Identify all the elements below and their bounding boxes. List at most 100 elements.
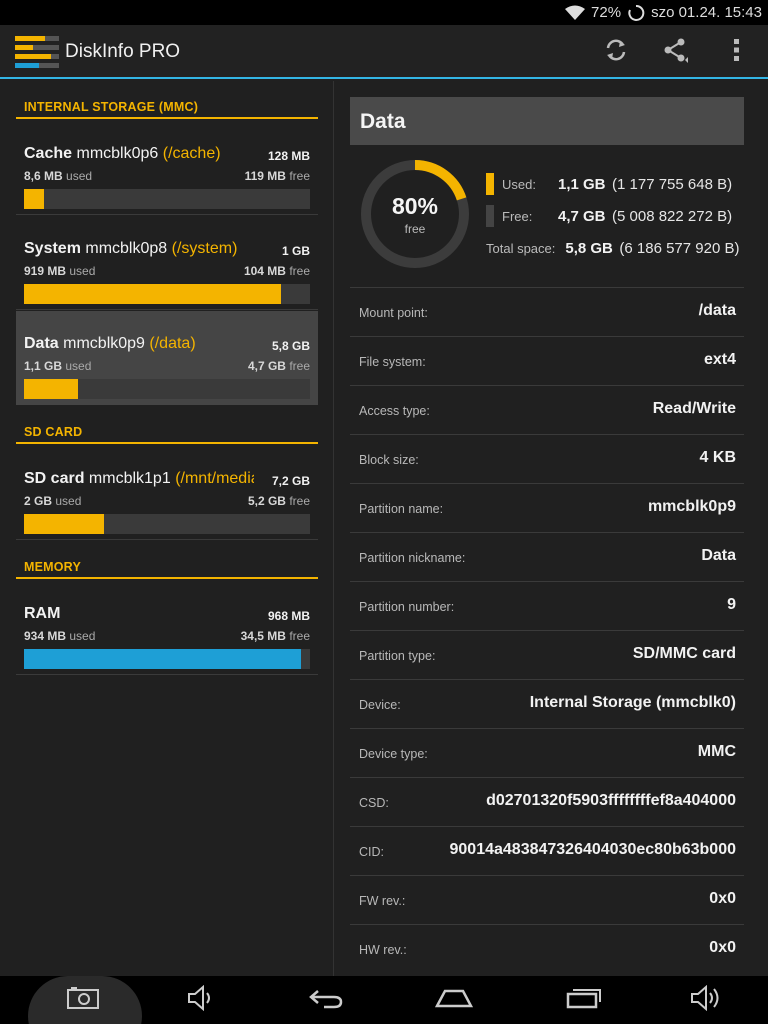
- detail-title: Data: [350, 97, 744, 145]
- property-row: Mount point: /data: [350, 287, 744, 336]
- recent-apps-icon: [566, 987, 602, 1014]
- property-row: Device: Internal Storage (mmcblk0): [350, 679, 744, 728]
- battery-percent: 72%: [591, 4, 622, 21]
- property-key: Partition nickname:: [359, 551, 466, 565]
- legend-used-bytes: (1 177 755 648 B): [612, 175, 733, 193]
- partition-total: 1 GB: [281, 244, 310, 258]
- partition-used-word: used: [65, 359, 92, 373]
- partition-free-word: free: [289, 169, 310, 183]
- legend-free-bytes: (5 008 822 272 B): [612, 207, 733, 225]
- navigation-bar: [0, 976, 768, 1024]
- home-icon: [434, 987, 474, 1014]
- partition-free-value: 34,5 MB: [240, 629, 286, 643]
- partition-free-value: 104 MB: [243, 264, 286, 278]
- partition-item-sdcard[interactable]: SD card mmcblk1p1 (/mnt/media_… 7,2 GB 2…: [16, 446, 318, 540]
- partition-detail-panel: Data 80% free Used: 1,1 GB (1 177 755 64…: [350, 97, 744, 976]
- refresh-button[interactable]: [601, 37, 631, 67]
- donut-free-percent: 80%: [391, 193, 439, 219]
- partition-label: System: [24, 240, 81, 257]
- property-row: Partition nickname: Data: [350, 532, 744, 581]
- partition-mount: (/data): [149, 335, 196, 352]
- app-logo-icon[interactable]: [15, 36, 59, 68]
- legend-free-value: 4,7 GB: [558, 207, 606, 225]
- partition-list-panel: INTERNAL STORAGE (MMC) Cache mmcblk0p6 (…: [0, 81, 334, 976]
- partition-used-word: used: [66, 169, 93, 183]
- sync-spinner-icon: [627, 4, 645, 22]
- property-value: d02701320f5903ffffffffef8a404000: [486, 792, 736, 809]
- partition-label: Cache: [24, 145, 73, 162]
- partition-free-value: 4,7 GB: [247, 359, 286, 373]
- property-key: FW rev.:: [359, 894, 406, 908]
- back-button[interactable]: [306, 984, 346, 1016]
- property-row: Access type: Read/Write: [350, 385, 744, 434]
- share-button[interactable]: [660, 37, 690, 67]
- volume-down-icon: [186, 984, 216, 1016]
- app-title: DiskInfo PRO: [65, 41, 181, 62]
- partition-device: mmcblk0p6: [76, 145, 159, 162]
- partition-device: mmcblk1p1: [88, 470, 171, 487]
- legend-free-row: Free: 4,7 GB (5 008 822 272 B): [486, 204, 732, 228]
- home-button[interactable]: [434, 984, 474, 1016]
- usage-bar: [24, 379, 310, 399]
- volume-down-button[interactable]: [184, 984, 218, 1016]
- property-value: 0x0: [709, 890, 736, 907]
- property-row: HW rev.: 0x0: [350, 924, 744, 973]
- partition-free-value: 119 MB: [244, 169, 286, 183]
- property-key: Block size:: [359, 453, 419, 467]
- partition-item-data[interactable]: Data mmcblk0p9 (/data) 5,8 GB 1,1 GB use…: [16, 311, 318, 405]
- partition-item-ram[interactable]: RAM 968 MB 934 MB used 34,5 MB free: [16, 581, 318, 675]
- partition-free-word: free: [289, 359, 310, 373]
- partition-label: Data: [24, 335, 59, 352]
- partition-device: mmcblk0p8: [85, 240, 168, 257]
- property-key: CID:: [359, 845, 384, 859]
- property-row: Partition type: SD/MMC card: [350, 630, 744, 679]
- property-key: Device:: [359, 698, 401, 712]
- property-row: CID: 90014a483847326404030ec80b63b000: [350, 826, 744, 875]
- donut-free-label: free: [404, 222, 426, 236]
- wifi-icon: [565, 5, 586, 21]
- property-row: Device type: MMC: [350, 728, 744, 777]
- partition-item-system[interactable]: System mmcblk0p8 (/system) 1 GB 919 MB u…: [16, 216, 318, 310]
- property-value: Data: [701, 547, 736, 564]
- property-key: Partition number:: [359, 600, 455, 614]
- refresh-icon: [603, 37, 629, 68]
- free-swatch: [486, 205, 494, 227]
- used-swatch: [486, 173, 494, 195]
- partition-label: SD card: [24, 470, 85, 487]
- property-row: Partition number: 9: [350, 581, 744, 630]
- partition-device: mmcblk0p9: [63, 335, 145, 352]
- clock: szo 01.24. 15:43: [651, 4, 762, 21]
- usage-bar: [24, 649, 310, 669]
- property-value: SD/MMC card: [632, 645, 736, 662]
- partition-free-word: free: [289, 494, 310, 508]
- property-value: 0x0: [709, 939, 736, 956]
- overflow-menu-button[interactable]: [721, 37, 751, 67]
- partition-item-cache[interactable]: Cache mmcblk0p6 (/cache) 128 MB 8,6 MB u…: [16, 121, 318, 215]
- legend-used-label: Used:: [502, 176, 536, 192]
- property-value: 9: [727, 596, 736, 613]
- partition-used-value: 2 GB: [24, 494, 53, 508]
- status-bar: 72% szo 01.24. 15:43: [0, 0, 768, 25]
- property-row: FW rev.: 0x0: [350, 875, 744, 924]
- legend-total-label: Total space:: [486, 240, 556, 256]
- partition-used-word: used: [69, 629, 96, 643]
- partition-mount: (/mnt/media_…: [175, 470, 254, 487]
- property-value: 90014a483847326404030ec80b63b000: [449, 841, 737, 858]
- volume-up-button[interactable]: [688, 984, 724, 1016]
- legend-total-row: Total space: 5,8 GB (6 186 577 920 B): [486, 236, 739, 260]
- property-key: Access type:: [359, 404, 430, 418]
- usage-bar-fill: [24, 649, 302, 669]
- section-internal-storage: INTERNAL STORAGE (MMC): [16, 97, 318, 119]
- partition-label: RAM: [24, 605, 61, 622]
- recent-apps-button[interactable]: [564, 984, 604, 1016]
- partition-free-word: free: [289, 629, 310, 643]
- property-row: Block size: 4 KB: [350, 434, 744, 483]
- share-icon: [662, 37, 688, 68]
- usage-bar: [24, 284, 310, 304]
- property-value: mmcblk0p9: [647, 498, 736, 515]
- screenshot-button[interactable]: [66, 984, 100, 1016]
- legend-free-label: Free:: [502, 208, 533, 224]
- partition-mount: (/system): [171, 240, 238, 257]
- section-memory: MEMORY: [16, 557, 318, 579]
- property-key: Partition type:: [359, 649, 436, 663]
